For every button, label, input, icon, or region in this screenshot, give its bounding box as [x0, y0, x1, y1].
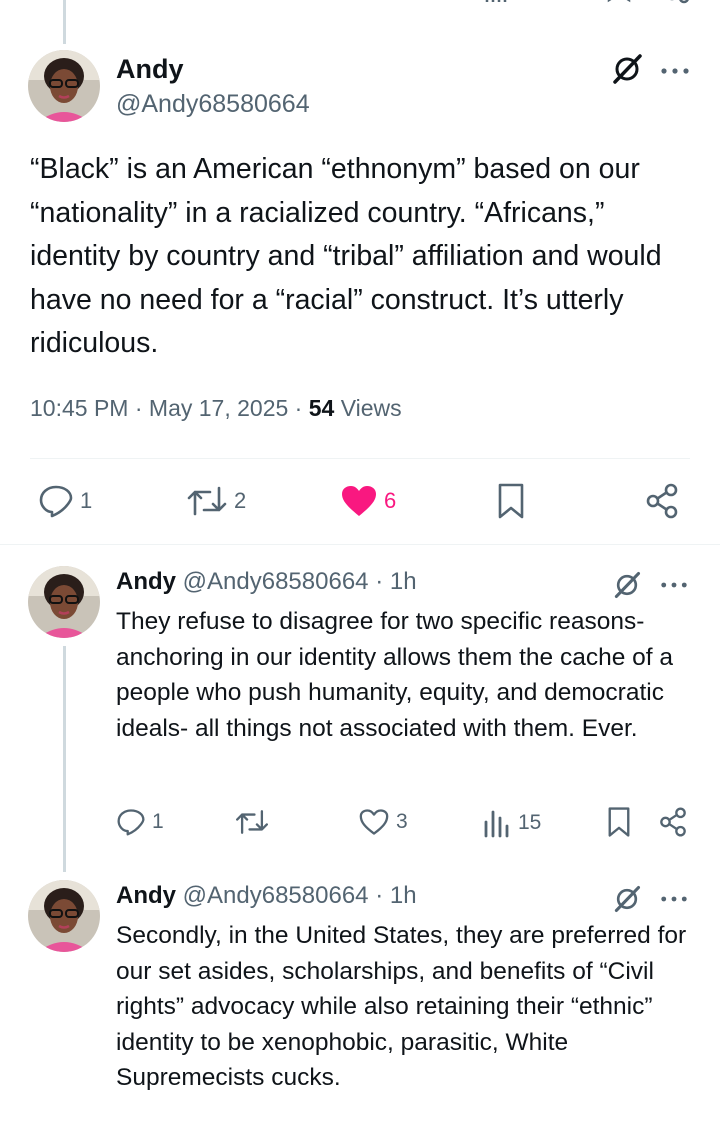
avatar[interactable]: [28, 50, 100, 122]
grok-icon[interactable]: [610, 52, 644, 86]
reply-tweet[interactable]: Andy @Andy68580664 · 1h They refuse to d…: [0, 566, 720, 872]
bookmark-icon: [608, 807, 630, 837]
views-icon[interactable]: [483, 0, 513, 6]
main-tweet-actions: 1 2 6: [0, 478, 720, 526]
views-count: 15: [518, 811, 542, 834]
reply-time[interactable]: 1h: [390, 882, 417, 909]
meta-separator: ·: [134, 395, 143, 421]
share-button[interactable]: [658, 806, 688, 838]
share-icon: [646, 483, 678, 519]
tweet-metadata: 10:45 PM · May 17, 2025 · 54 Views: [30, 395, 402, 422]
reply-count: 1: [152, 810, 164, 833]
repost-button[interactable]: [234, 808, 276, 836]
grok-icon[interactable]: [612, 884, 642, 914]
reply-icon: [117, 809, 145, 836]
reply-actions: 1 3 15: [0, 806, 720, 846]
reply-count: 1: [80, 488, 93, 513]
like-icon: [342, 486, 376, 516]
views-count: 54: [308, 395, 335, 421]
tweet-time[interactable]: 10:45 PM: [30, 395, 128, 421]
avatar-image: [28, 566, 100, 638]
author-name[interactable]: Andy: [116, 568, 176, 595]
grok-icon[interactable]: [612, 570, 642, 600]
like-icon[interactable]: [358, 0, 394, 8]
views-button[interactable]: 15: [482, 808, 541, 838]
reply-button[interactable]: 1: [116, 808, 164, 836]
bookmark-button[interactable]: [496, 482, 526, 520]
like-button[interactable]: 3: [358, 808, 408, 836]
thread-line: [63, 0, 66, 44]
author-handle[interactable]: @Andy68580664: [183, 882, 369, 909]
share-icon[interactable]: [664, 0, 690, 10]
like-button[interactable]: 6: [340, 484, 396, 518]
reply-icon: [39, 485, 73, 518]
author-handle[interactable]: @Andy68580664: [116, 90, 310, 119]
views-icon: [484, 810, 509, 838]
meta-separator: ·: [294, 395, 303, 421]
bookmark-button[interactable]: [606, 806, 632, 838]
reply-button[interactable]: 1: [38, 484, 92, 518]
repost-icon: [236, 810, 268, 834]
reply-icon[interactable]: [115, 0, 145, 8]
repost-icon[interactable]: [240, 0, 274, 8]
reply-text: They refuse to disagree for two specific…: [116, 608, 674, 742]
like-icon: [359, 809, 389, 835]
meta-separator: ·: [375, 882, 384, 909]
repost-button[interactable]: 2: [186, 484, 246, 518]
bookmark-icon[interactable]: [606, 0, 632, 10]
repost-icon: [187, 486, 227, 516]
share-button[interactable]: [644, 482, 680, 520]
like-count: 6: [384, 488, 397, 513]
author-name[interactable]: Andy: [116, 54, 184, 85]
author-name[interactable]: Andy: [116, 882, 176, 909]
like-count: 3: [396, 810, 408, 833]
reply-header: Andy @Andy68580664 · 1h: [116, 568, 417, 596]
avatar-image: [28, 880, 100, 952]
previous-tweet-actions-cutoff: [0, 0, 720, 44]
avatar-image: [28, 50, 100, 122]
meta-separator: ·: [375, 568, 384, 595]
avatar[interactable]: [28, 566, 100, 638]
views-label: Views: [340, 395, 402, 421]
share-icon: [660, 807, 686, 837]
tweet-date[interactable]: May 17, 2025: [149, 395, 288, 421]
main-tweet-header: Andy @Andy68580664: [28, 50, 693, 126]
more-icon[interactable]: [660, 580, 688, 590]
tweet-text: “Black” is an American “ethnonym” based …: [30, 153, 662, 359]
more-icon[interactable]: [660, 66, 690, 76]
reply-header: Andy @Andy68580664 · 1h: [116, 882, 417, 910]
divider: [0, 544, 720, 545]
bookmark-icon: [498, 483, 524, 519]
more-icon[interactable]: [660, 894, 688, 904]
avatar[interactable]: [28, 880, 100, 952]
author-handle[interactable]: @Andy68580664: [183, 568, 369, 595]
reply-time[interactable]: 1h: [390, 568, 417, 595]
reply-tweet[interactable]: Andy @Andy68580664 · 1h Secondly, in the…: [0, 880, 720, 1147]
reply-text: Secondly, in the United States, they are…: [116, 922, 687, 1091]
divider: [30, 458, 690, 459]
repost-count: 2: [234, 488, 247, 513]
